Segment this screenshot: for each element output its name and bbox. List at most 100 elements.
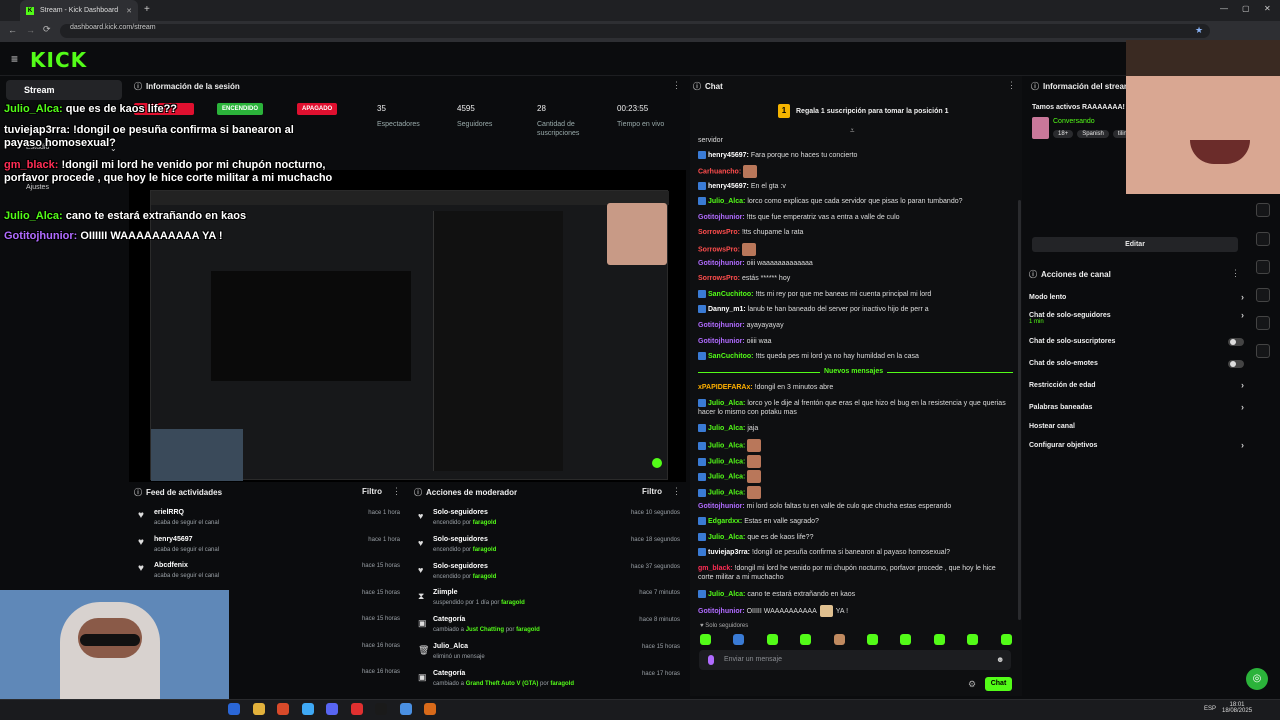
chat-message[interactable]: Julio_Alca: cano te estará extrañando en… [698, 590, 1013, 599]
chat-username[interactable]: henry45697: [708, 152, 749, 159]
emoji-icon[interactable]: ☻ [996, 655, 1004, 664]
chat-message[interactable]: SanCuchitoo: !tts mi rey por que me bane… [698, 290, 1013, 299]
chat-username[interactable]: Julio_Alca: [708, 591, 745, 598]
chat-message[interactable]: SorrowsPro: [698, 243, 1013, 256]
support-chat-icon[interactable]: ◎ [1246, 668, 1268, 690]
chat-message[interactable]: gm_black: !dongil mi lord he venido por … [698, 564, 1013, 582]
chat-message[interactable]: SorrowsPro: estás ****** hoy [698, 274, 1013, 283]
chat-username[interactable]: Gotitojhunior: [698, 322, 745, 329]
chrome-icon[interactable] [301, 703, 314, 715]
modaction-row[interactable]: ▣ Categoría cambiado a Grand Theft Auto V … [416, 670, 680, 694]
emote-bar-item[interactable] [833, 634, 845, 645]
brave-icon[interactable] [277, 703, 289, 715]
kick-logo[interactable]: KICK [30, 48, 87, 72]
chat-username[interactable]: Edgardxx: [708, 518, 742, 525]
channel-action-row[interactable]: Chat de solo-suscriptores [1029, 338, 1244, 350]
chat-username[interactable]: Julio_Alca: [708, 458, 745, 465]
steam-icon[interactable] [375, 703, 387, 715]
activity-menu-icon[interactable]: ⋮ [392, 486, 401, 497]
chat-message[interactable]: Edgardxx: Estas en valle sagrado? [698, 517, 1013, 526]
emote-bar-item[interactable] [867, 634, 878, 645]
chat-message[interactable]: Gotitojhunior: oiii waaaaaaaaaaaaa [698, 259, 1013, 268]
channel-action-row[interactable]: Chat de solo-emotes [1029, 360, 1244, 372]
reload-button[interactable]: ⟳ [43, 24, 51, 35]
emote-bar-item[interactable] [733, 634, 745, 645]
modaction-row[interactable]: ▣ Categoría cambiado a Just Chatting por f… [416, 616, 680, 640]
discord-icon[interactable] [326, 703, 338, 715]
forward-button[interactable]: → [26, 25, 35, 35]
modaction-row[interactable]: 🗑 Julio_Alca eliminó un mensaje hace 15 ho… [416, 643, 680, 667]
channel-action-row[interactable]: Chat de solo-seguidores 1 min › [1029, 310, 1244, 325]
chat-bubble-icon[interactable] [1256, 232, 1270, 246]
chat-message[interactable]: Julio_Alca: que es de kaos life?? [698, 533, 1013, 542]
chat-message[interactable]: Julio_Alca: [698, 486, 1013, 499]
modaction-row[interactable]: ⧗ Ziimple suspendido por 1 día por faragol… [416, 589, 680, 613]
chat-username[interactable]: SorrowsPro: [698, 246, 740, 253]
chat-username[interactable]: gm_black: [698, 565, 733, 572]
emote-bar-item[interactable] [700, 634, 711, 645]
tag[interactable]: 18+ [1053, 130, 1074, 138]
channel-action-row[interactable]: Hostear canal [1029, 423, 1244, 435]
chat-message[interactable]: Julio_Alca: lorco como explicas que cada… [698, 197, 1013, 206]
chat-message[interactable]: Julio_Alca: [698, 470, 1013, 483]
emote-picker-icon[interactable] [708, 655, 714, 665]
stream-category[interactable]: Conversando [1053, 118, 1095, 125]
nav-item-stream[interactable]: Stream [6, 80, 122, 100]
chat-message[interactable]: tuviejap3rra: !dongil oe pesuña confirma… [698, 548, 1013, 557]
chat-message[interactable]: Gotitojhunior: mi lord solo faltas tu en… [698, 502, 1013, 511]
layout-icon[interactable] [1256, 288, 1270, 302]
emote-bar-item[interactable] [900, 634, 912, 645]
chat-message[interactable]: Gotitojhunior: oiiii waa [698, 337, 1013, 346]
channel-action-row[interactable]: Configurar objetivos › [1029, 440, 1244, 454]
nav-item-settings[interactable]: Ajustes [26, 184, 49, 191]
taskbar-clock[interactable]: 18:01 18/08/2025 [1222, 702, 1252, 714]
chat-username[interactable]: Danny_m1: [708, 306, 746, 313]
session-menu-icon[interactable]: ⋮ [672, 80, 681, 91]
browser-tab[interactable]: K Stream - Kick Dashboard ✕ [20, 0, 138, 21]
close-window-button[interactable]: ✕ [1264, 4, 1271, 13]
chat-message[interactable]: Julio_Alca: [698, 455, 1013, 468]
chat-message[interactable]: Gotitojhunior: OIIIII WAAAAAAAAAA YA ! [698, 605, 1013, 617]
modactions-filter-button[interactable]: Filtro [642, 487, 662, 496]
emote-bar-item[interactable] [967, 634, 979, 645]
toggle-switch[interactable] [1228, 360, 1244, 368]
bookmark-star-icon[interactable]: ★ [1195, 25, 1203, 36]
chat-message[interactable]: SorrowsPro: !tts chupame la rata [698, 228, 1013, 237]
chat-settings-gear-icon[interactable]: ⚙ [968, 679, 976, 690]
chat-message[interactable]: SanCuchitoo: !tts queda pes mi lord ya n… [698, 352, 1013, 361]
activity-filter-button[interactable]: Filtro [362, 487, 382, 496]
activity-row[interactable]: ♥ erielRRQ acaba de seguir el canal hace 1 … [136, 509, 400, 533]
chat-username[interactable]: Julio_Alca: [708, 473, 745, 480]
broadcast-icon[interactable] [1256, 260, 1270, 274]
chat-message[interactable]: Julio_Alca: [698, 439, 1013, 452]
chat-scrollbar[interactable] [1018, 200, 1021, 620]
chat-username[interactable]: Gotitojhunior: [698, 214, 745, 221]
chat-username[interactable]: SanCuchitoo: [708, 291, 754, 298]
new-tab-button[interactable]: + [144, 4, 150, 15]
modaction-row[interactable]: ♥ Solo-seguidores encendido por faragold ha… [416, 536, 680, 560]
wrench-icon[interactable] [1256, 316, 1270, 330]
maximize-button[interactable]: ▢ [1242, 4, 1250, 13]
chat-username[interactable]: Julio_Alca: [708, 425, 745, 432]
pinned-gift-banner[interactable]: Regala 1 suscripción para tomar la posic… [796, 108, 949, 115]
explorer-icon[interactable] [228, 703, 240, 715]
doc-icon[interactable] [1256, 203, 1270, 217]
chat-message[interactable]: servidor [698, 136, 1013, 145]
app-icon[interactable] [424, 703, 436, 715]
obs-icon[interactable] [350, 703, 363, 715]
modaction-row[interactable]: ♥ Solo-seguidores encendido por faragold ha… [416, 509, 680, 533]
minimize-button[interactable]: — [1220, 4, 1228, 13]
emote-bar-item[interactable] [800, 634, 812, 645]
chat-username[interactable]: Gotitojhunior: [698, 338, 745, 345]
chat-username[interactable]: Gotitojhunior: [698, 608, 745, 615]
emote-bar-item[interactable] [933, 634, 945, 645]
taskbar-lang[interactable]: ESP [1204, 706, 1216, 712]
chat-message[interactable]: Julio_Alca: lorco yo le dije al frentón … [698, 399, 1013, 417]
modactions-menu-icon[interactable]: ⋮ [672, 486, 681, 497]
activity-row[interactable]: ♥ henry45697 acaba de seguir el canal hace … [136, 536, 400, 560]
chat-message[interactable]: Gotitojhunior: !tts que fue emperatriz v… [698, 213, 1013, 222]
chat-menu-icon[interactable]: ⋮ [1007, 80, 1016, 91]
chat-username[interactable]: xPAPIDEFARAx: [698, 384, 753, 391]
channel-actions-menu-icon[interactable]: ⋮ [1231, 268, 1240, 279]
tag[interactable]: Spanish [1077, 130, 1109, 138]
